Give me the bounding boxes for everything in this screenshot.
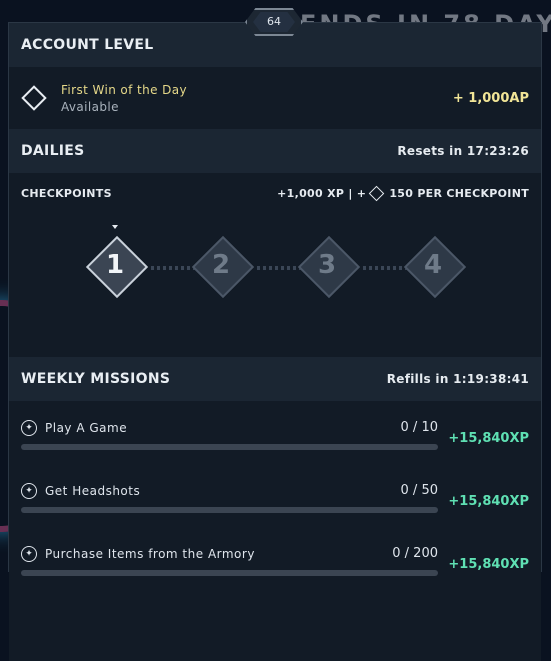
checkpoint-2[interactable]: 2 xyxy=(190,234,255,299)
mission-row[interactable]: ✦ Play A Game 0 / 10 +15,840XP xyxy=(9,409,541,472)
account-level-number: 64 xyxy=(267,15,281,28)
checkpoint-track: 1 2 3 4 xyxy=(9,213,541,303)
account-level-badge: 64 xyxy=(245,8,303,36)
first-win-status: Available xyxy=(61,99,119,114)
mission-progress-bar xyxy=(21,507,438,513)
first-win-text: First Win of the Day Available xyxy=(61,83,453,114)
star-badge-icon: ✦ xyxy=(21,483,37,499)
mission-reward: +15,840XP xyxy=(448,494,529,509)
first-win-title: First Win of the Day xyxy=(61,82,188,97)
mission-reward: +15,840XP xyxy=(448,431,529,446)
checkpoint-reward-points: 150 PER CHECKPOINT xyxy=(389,187,529,200)
account-level-title: ACCOUNT LEVEL xyxy=(21,37,154,53)
mission-progress-bar xyxy=(21,444,438,450)
checkpoint-label: 1 xyxy=(105,250,125,280)
checkpoint-4[interactable]: 4 xyxy=(402,234,467,299)
mission-row[interactable]: ✦ Purchase Items from the Armory 0 / 200… xyxy=(9,535,541,598)
checkpoint-label: 3 xyxy=(317,250,337,280)
first-win-row: First Win of the Day Available + 1,000AP xyxy=(9,67,541,129)
checkpoint-3[interactable]: 3 xyxy=(296,234,361,299)
mission-progress: 0 / 200 xyxy=(392,546,438,561)
progress-panel: ACCOUNT LEVEL First Win of the Day Avail… xyxy=(8,22,542,661)
dailies-header: DAILIES Resets in 17:23:26 xyxy=(9,129,541,173)
checkpoints-label: CHECKPOINTS xyxy=(21,187,112,200)
checkpoint-reward-xp: +1,000 XP | + xyxy=(277,187,367,200)
diamond-icon xyxy=(21,85,47,111)
checkpoint-reward: +1,000 XP | + 150 PER CHECKPOINT xyxy=(277,185,529,202)
weekly-missions-list: ✦ Play A Game 0 / 10 +15,840XP ✦ Get Hea… xyxy=(9,401,541,661)
mission-reward: +15,840XP xyxy=(448,557,529,572)
mission-progress-bar xyxy=(21,570,438,576)
weekly-refill-timer: Refills in 1:19:38:41 xyxy=(386,372,529,386)
dailies-body: CHECKPOINTS +1,000 XP | + 150 PER CHECKP… xyxy=(9,173,541,357)
dailies-reset-timer: Resets in 17:23:26 xyxy=(397,144,529,158)
mission-progress: 0 / 10 xyxy=(400,420,438,435)
weekly-missions-title: WEEKLY MISSIONS xyxy=(21,371,171,387)
mission-row[interactable]: ✦ Get Headshots 0 / 50 +15,840XP xyxy=(9,472,541,535)
checkpoint-label: 2 xyxy=(211,250,231,280)
weekly-missions-header: WEEKLY MISSIONS Refills in 1:19:38:41 xyxy=(9,357,541,401)
checkpoint-label: 4 xyxy=(423,250,443,280)
star-badge-icon: ✦ xyxy=(21,420,37,436)
checkpoint-1[interactable]: 1 xyxy=(84,234,149,299)
radianite-point-icon xyxy=(369,185,385,202)
current-checkpoint-marker xyxy=(112,225,118,229)
dailies-title: DAILIES xyxy=(21,143,85,159)
star-badge-icon: ✦ xyxy=(21,546,37,562)
first-win-reward: + 1,000AP xyxy=(452,90,529,106)
mission-progress: 0 / 50 xyxy=(400,483,438,498)
checkpoints-row: CHECKPOINTS +1,000 XP | + 150 PER CHECKP… xyxy=(21,185,529,202)
